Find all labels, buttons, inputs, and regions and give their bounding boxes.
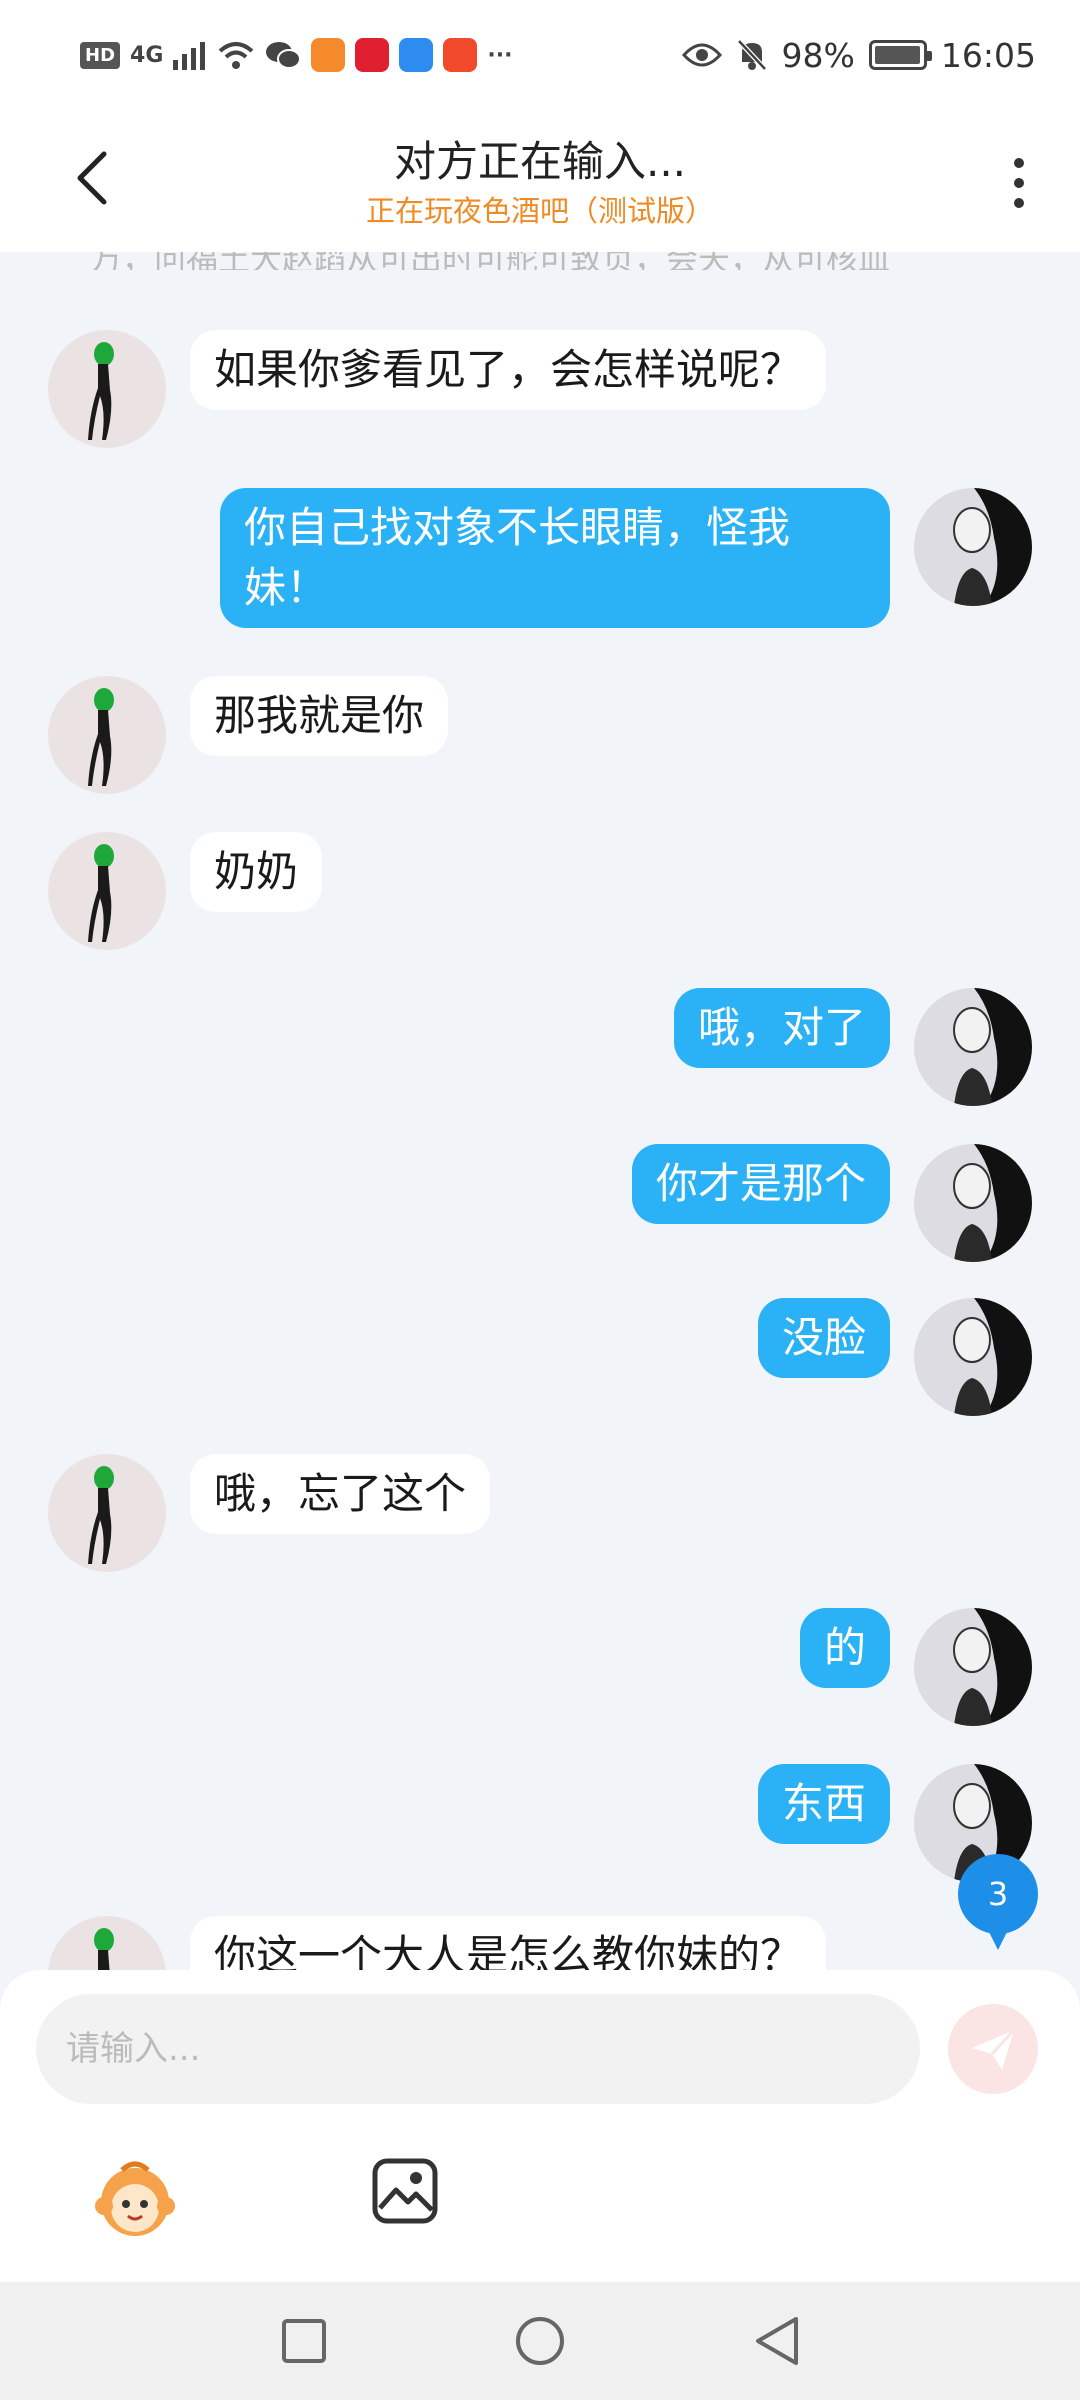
eye-icon — [681, 43, 722, 67]
recents-icon — [282, 2319, 326, 2363]
avatar[interactable] — [48, 1454, 166, 1572]
avatar[interactable] — [914, 988, 1032, 1106]
home-button[interactable] — [512, 2313, 568, 2369]
message-bubble[interactable]: 你才是那个 — [631, 1144, 890, 1224]
message-row: 如果你爹看见了，会怎样说呢？ — [48, 330, 850, 448]
avatar[interactable] — [914, 488, 1032, 606]
message-bubble[interactable]: 哦，对了 — [673, 988, 890, 1068]
video-app-icon — [311, 38, 346, 72]
character-avatar-icon — [88, 1466, 114, 1564]
recents-button[interactable] — [276, 2313, 332, 2369]
more-icon — [1014, 158, 1024, 168]
avatar[interactable] — [48, 832, 166, 950]
battery-icon — [868, 40, 932, 70]
cut-off-message: 万，问福土大赵蹈从可出时可舵可致页，会天，从可核血 — [90, 252, 990, 270]
message-bubble[interactable]: 没脸 — [757, 1298, 890, 1378]
mute-icon — [736, 39, 767, 71]
image-button[interactable] — [370, 2156, 440, 2226]
message-bubble[interactable]: 东西 — [757, 1764, 890, 1844]
message-bubble[interactable]: 你这一个大人是怎么教你妹的？ — [190, 1916, 827, 1970]
avatar[interactable] — [914, 1144, 1032, 1262]
message-input[interactable] — [36, 1994, 920, 2104]
user-avatar-icon — [953, 1608, 1032, 1726]
network-type: 4G — [130, 42, 164, 68]
message-row: 没脸 — [734, 1298, 1032, 1416]
avatar[interactable] — [48, 1916, 166, 1970]
unread-count-badge[interactable]: 3 — [958, 1854, 1038, 1950]
message-bubble[interactable]: 奶奶 — [190, 832, 323, 912]
back-nav-button[interactable] — [748, 2313, 804, 2369]
home-icon — [516, 2317, 564, 2365]
message-list[interactable]: 万，问福土大赵蹈从可出时可舵可致页，会天，从可核血 如果你爹看见了，会怎样说呢？… — [0, 252, 1080, 1970]
chat-header: 对方正在输入... 正在玩夜色酒吧（测试版） — [0, 110, 1080, 252]
avatar[interactable] — [914, 1298, 1032, 1416]
user-avatar-icon — [953, 488, 1032, 606]
avatar[interactable] — [48, 676, 166, 794]
message-bubble[interactable]: 你自己找对象不长眼睛，怪我妹！ — [220, 488, 890, 628]
message-bubble[interactable]: 那我就是你 — [190, 676, 449, 756]
image-icon — [372, 2158, 438, 2224]
more-notifications: ··· — [487, 42, 513, 68]
game-status: 正在玩夜色酒吧（测试版） — [365, 194, 714, 228]
send-button[interactable] — [948, 2004, 1038, 2094]
avatar[interactable] — [48, 330, 166, 448]
status-bar: HD 4G ··· 98% 16:05 — [0, 0, 1080, 110]
emoji-icon — [95, 2161, 175, 2236]
user-avatar-icon — [953, 1144, 1032, 1262]
system-nav-bar — [0, 2282, 1080, 2400]
hd-icon: HD — [80, 41, 121, 69]
character-avatar-icon — [88, 688, 114, 786]
character-avatar-icon — [88, 844, 114, 942]
message-bubble[interactable]: 的 — [799, 1608, 890, 1688]
status-right: 98% 16:05 — [681, 35, 1036, 75]
message-bubble[interactable]: 如果你爹看见了，会怎样说呢？ — [190, 330, 827, 410]
emoji-button[interactable] — [92, 2156, 178, 2242]
character-avatar-icon — [88, 342, 114, 440]
status-left: HD 4G ··· — [80, 38, 682, 72]
send-icon — [972, 2028, 1016, 2070]
message-row: 你才是那个 — [608, 1144, 1032, 1262]
heart-app-icon — [355, 38, 390, 72]
battery-percent: 98% — [781, 35, 855, 75]
page-title: 对方正在输入... — [393, 137, 687, 186]
avatar[interactable] — [914, 1608, 1032, 1726]
user-avatar-icon — [953, 1298, 1032, 1416]
signal-icon — [173, 42, 206, 70]
message-row: 奶奶 — [48, 832, 346, 950]
message-row: 你这一个大人是怎么教你妹的？ — [48, 1916, 850, 1970]
composer — [0, 1970, 1080, 2282]
message-row: 那我就是你 — [48, 676, 472, 794]
wifi-icon — [219, 42, 254, 69]
cloud-app-icon — [399, 38, 434, 72]
user-avatar-icon — [953, 988, 1032, 1106]
message-row: 哦，对了 — [650, 988, 1032, 1106]
back-nav-icon — [756, 2317, 798, 2365]
message-row: 哦，忘了这个 — [48, 1454, 514, 1572]
message-row: 你自己找对象不长眼睛，怪我妹！ — [196, 488, 1032, 628]
wechat-icon — [266, 42, 302, 69]
message-row: 的 — [776, 1608, 1032, 1726]
character-avatar-icon — [94, 1928, 114, 1970]
clock: 16:05 — [940, 35, 1036, 75]
more-button[interactable] — [994, 148, 1044, 218]
message-bubble[interactable]: 哦，忘了这个 — [190, 1454, 491, 1534]
shop-app-icon — [443, 38, 478, 72]
